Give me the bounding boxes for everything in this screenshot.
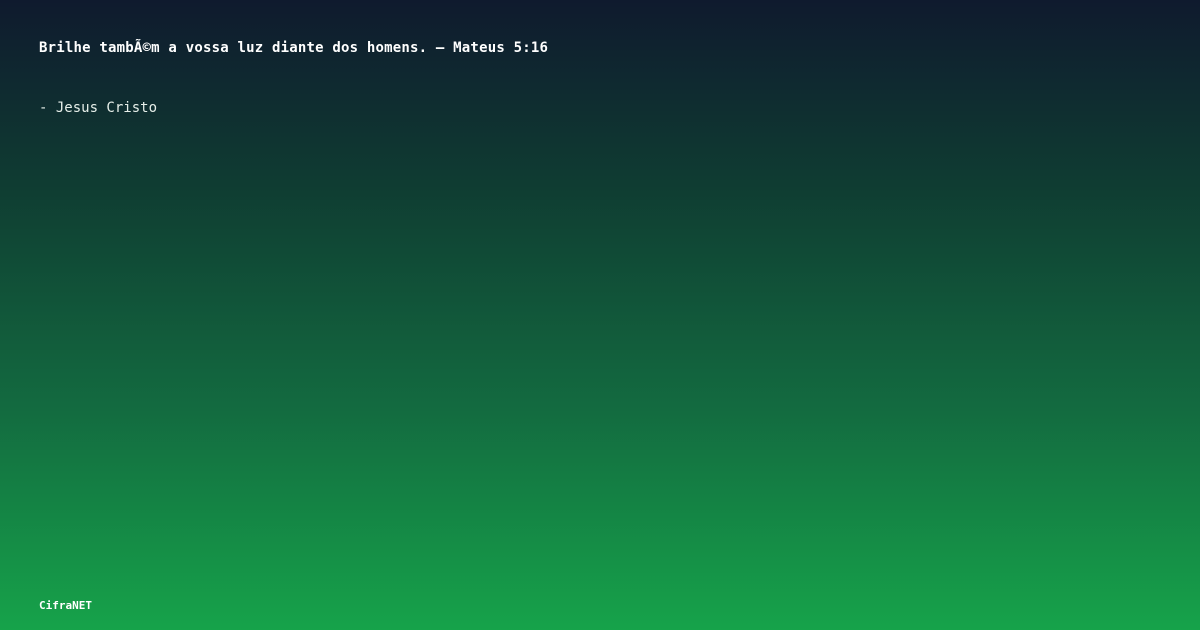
quote-text: Brilhe tambÃ©m a vossa luz diante dos ho… [39, 40, 549, 56]
quote-card: Brilhe tambÃ©m a vossa luz diante dos ho… [0, 0, 1200, 630]
brand-name: CifraNET [39, 599, 92, 612]
quote-author: - Jesus Cristo [39, 100, 158, 116]
